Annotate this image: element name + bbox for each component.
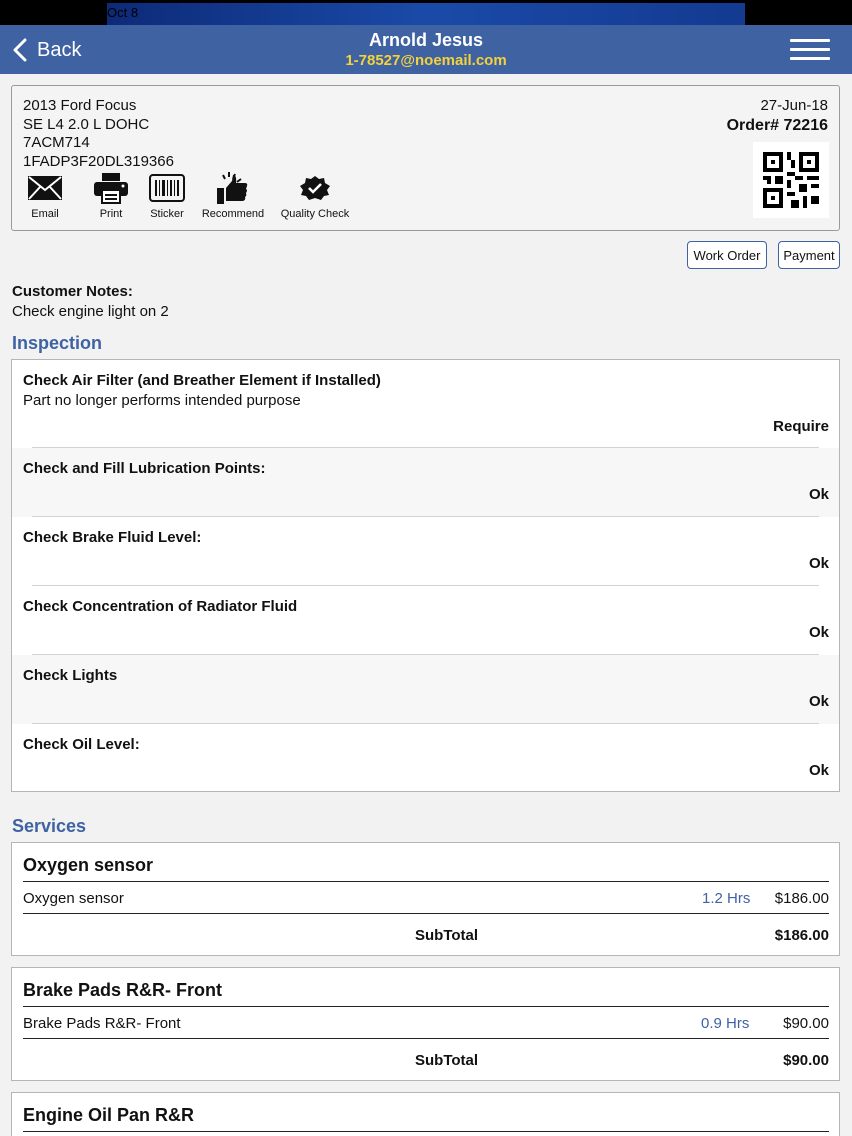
service-line-item: Oxygen sensor <box>23 890 124 907</box>
thumbs-up-icon <box>217 172 248 204</box>
payment-button[interactable]: Payment <box>778 241 840 269</box>
printer-icon <box>94 173 128 204</box>
inspection-row[interactable]: Check Brake Fluid Level: Ok <box>12 517 839 586</box>
inspection-status: Ok <box>808 762 829 779</box>
inspection-status: Ok <box>808 486 829 503</box>
qr-code-icon <box>763 152 819 208</box>
order-number: Order# 72216 <box>726 117 828 134</box>
inspection-title: Check Air Filter (and Breather Element i… <box>23 372 381 389</box>
inspection-list: Check Air Filter (and Breather Element i… <box>11 359 840 792</box>
service-line-item: Brake Pads R&R- Front <box>23 1015 181 1032</box>
subtotal-value: $186.00 <box>774 927 829 944</box>
service-hours[interactable]: 0.9 Hrs <box>701 1015 749 1032</box>
inspection-title: Check Brake Fluid Level: <box>23 529 202 546</box>
vehicle-vin: 1FADP3F20DL319366 <box>23 153 174 170</box>
customer-notes-text: Check engine light on 2 <box>12 303 169 320</box>
inspection-status: Ok <box>808 693 829 710</box>
recommend-label: Recommend <box>201 208 265 220</box>
inspection-status: Require <box>773 418 829 435</box>
service-card[interactable]: Engine Oil Pan R&R <box>11 1092 840 1136</box>
customer-notes-heading: Customer Notes: <box>12 283 133 300</box>
services-heading: Services <box>12 816 87 836</box>
service-price: $186.00 <box>774 890 829 907</box>
customer-email[interactable]: 1-78527@noemail.com <box>0 51 852 71</box>
vehicle-model: 2013 Ford Focus <box>23 97 137 114</box>
envelope-icon <box>28 176 62 200</box>
qr-code[interactable] <box>753 142 829 218</box>
vehicle-trim: SE L4 2.0 L DOHC <box>23 116 150 133</box>
order-date: 27-Jun-18 <box>760 97 828 114</box>
status-time: Oct 8 <box>107 5 139 20</box>
inspection-status: Ok <box>808 555 829 572</box>
quality-badge-icon <box>300 176 330 200</box>
service-hours[interactable]: 1.2 Hrs <box>702 890 750 907</box>
vehicle-card: 2013 Ford Focus SE L4 2.0 L DOHC 7ACM714… <box>11 85 840 231</box>
email-label: Email <box>31 208 59 220</box>
service-card[interactable]: Oxygen sensor Oxygen sensor 1.2 Hrs $186… <box>11 842 840 956</box>
sticker-label: Sticker <box>150 208 184 220</box>
service-name: Brake Pads R&R- Front <box>23 980 223 1000</box>
inspection-title: Check Concentration of Radiator Fluid <box>23 598 298 615</box>
quality-check-action[interactable]: Quality Check <box>276 172 354 220</box>
inspection-heading: Inspection <box>12 333 103 353</box>
subtotal-value: $90.00 <box>783 1052 829 1069</box>
subtotal-label: SubTotal <box>415 1052 479 1069</box>
inspection-row[interactable]: Check Air Filter (and Breather Element i… <box>12 360 839 448</box>
sticker-action[interactable]: Sticker <box>144 172 190 220</box>
inspection-title: Check Oil Level: <box>23 736 140 753</box>
inspection-desc: Part no longer performs intended purpose <box>23 392 301 409</box>
email-action[interactable]: Email <box>22 172 68 220</box>
subtotal-label: SubTotal <box>415 927 479 944</box>
inspection-row[interactable]: Check and Fill Lubrication Points: Ok <box>12 448 839 517</box>
inspection-row[interactable]: Check Oil Level: Ok <box>12 724 839 791</box>
service-name: Oxygen sensor <box>23 855 154 875</box>
barcode-icon <box>149 174 185 202</box>
recommend-action[interactable]: Recommend <box>198 172 268 220</box>
print-action[interactable]: Print <box>88 172 134 220</box>
inspection-title: Check Lights <box>23 667 118 684</box>
service-name: Engine Oil Pan R&R <box>23 1105 195 1125</box>
status-bar: Oct 8 <box>0 0 852 25</box>
inspection-row[interactable]: Check Concentration of Radiator Fluid Ok <box>12 586 839 655</box>
customer-name: Arnold Jesus <box>368 30 484 50</box>
print-label: Print <box>99 208 123 220</box>
quality-check-label: Quality Check <box>280 208 350 220</box>
nav-bar: Back Arnold Jesus 1-78527@noemail.com <box>0 25 852 74</box>
hamburger-menu-icon[interactable] <box>790 39 830 61</box>
nav-title: Arnold Jesus 1-78527@noemail.com <box>0 30 852 71</box>
service-price: $90.00 <box>783 1015 829 1032</box>
vehicle-plate: 7ACM714 <box>23 134 90 151</box>
service-card[interactable]: Brake Pads R&R- Front Brake Pads R&R- Fr… <box>11 967 840 1081</box>
work-order-button[interactable]: Work Order <box>687 241 767 269</box>
status-band <box>107 3 745 25</box>
inspection-title: Check and Fill Lubrication Points: <box>23 460 266 477</box>
inspection-row[interactable]: Check Lights Ok <box>12 655 839 724</box>
inspection-status: Ok <box>808 624 829 641</box>
